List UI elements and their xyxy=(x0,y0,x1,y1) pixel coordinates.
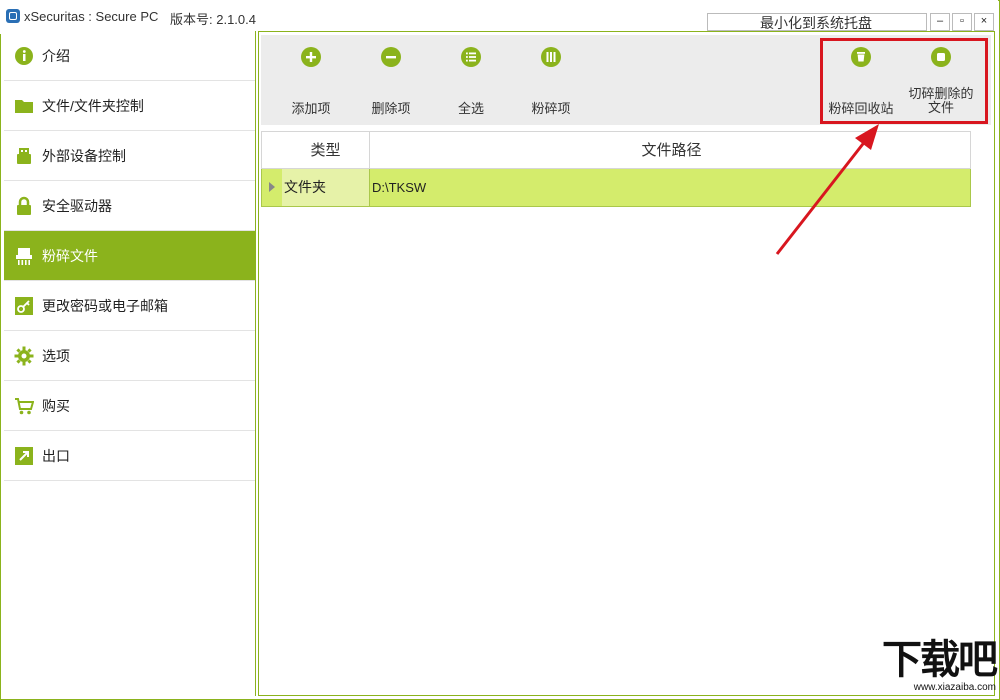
shred-deleted-files-button[interactable]: 切碎删除的 文件 xyxy=(901,35,981,125)
trash-icon xyxy=(851,47,871,67)
cell-type: 文件夹 xyxy=(282,169,369,206)
app-title: xSecuritas : Secure PC xyxy=(24,9,159,24)
info-icon xyxy=(14,46,34,66)
sidebar: 介绍 文件/文件夹控制 外部设备控制 安全驱动器 粉碎文件 更改密码或电子邮箱 xyxy=(4,31,256,696)
file-table: 类型 文件路径 文件夹 D:\TKSW xyxy=(261,131,971,207)
sidebar-item-secure-drive[interactable]: 安全驱动器 xyxy=(4,181,255,231)
list-icon xyxy=(461,47,481,67)
minus-icon xyxy=(381,47,401,67)
shred-files-panel: 添加项 删除项 全选 粉碎项 粉碎回收站 切碎删除的 文件 类型 文件路径 文件… xyxy=(258,31,995,696)
shredder-icon xyxy=(14,246,34,266)
shred-items-button[interactable]: 粉碎项 xyxy=(511,35,591,125)
toolbar: 添加项 删除项 全选 粉碎项 粉碎回收站 切碎删除的 文件 xyxy=(261,35,991,125)
exit-icon xyxy=(14,446,34,466)
lock-icon xyxy=(14,196,34,216)
close-button[interactable]: × xyxy=(974,13,994,31)
add-item-button[interactable]: 添加项 xyxy=(271,35,351,125)
delete-item-label: 删除项 xyxy=(371,101,411,116)
sidebar-item-label: 更改密码或电子邮箱 xyxy=(42,297,168,314)
shred-deleted-files-label-line2: 文件 xyxy=(927,100,954,115)
plus-icon xyxy=(301,47,321,67)
sidebar-item-exit[interactable]: 出口 xyxy=(4,431,255,481)
gear-icon xyxy=(14,346,34,366)
sidebar-item-label: 外部设备控制 xyxy=(42,147,126,164)
minimize-button[interactable]: – xyxy=(930,13,950,31)
sidebar-item-change-password-email[interactable]: 更改密码或电子邮箱 xyxy=(4,281,255,331)
shred-items-label: 粉碎项 xyxy=(531,101,571,116)
shred-recycle-bin-button[interactable]: 粉碎回收站 xyxy=(821,35,901,125)
cart-icon xyxy=(14,396,34,416)
maximize-button[interactable]: ▫ xyxy=(952,13,972,31)
sidebar-item-options[interactable]: 选项 xyxy=(4,331,255,381)
sidebar-item-label: 介绍 xyxy=(42,47,70,64)
sidebar-item-file-folder-control[interactable]: 文件/文件夹控制 xyxy=(4,81,255,131)
usb-icon xyxy=(14,146,34,166)
folder-icon xyxy=(14,96,34,116)
table-header: 类型 文件路径 xyxy=(261,131,973,170)
delete-item-button[interactable]: 删除项 xyxy=(351,35,431,125)
sidebar-item-label: 文件/文件夹控制 xyxy=(42,97,144,114)
column-header-type[interactable]: 类型 xyxy=(282,132,369,170)
sidebar-item-external-device-control[interactable]: 外部设备控制 xyxy=(4,131,255,181)
shred-deleted-files-label: 切碎删除的 文件 xyxy=(901,87,981,115)
sidebar-item-label: 选项 xyxy=(42,347,70,364)
app-version: 版本号: 2.1.0.4 xyxy=(170,12,256,27)
expand-arrow-icon[interactable] xyxy=(269,182,275,192)
sidebar-item-label: 安全驱动器 xyxy=(42,197,112,214)
key-icon xyxy=(14,296,34,316)
app-logo-icon xyxy=(6,9,20,23)
title-bar: xSecuritas : Secure PC 版本号: 2.1.0.4 最小化到… xyxy=(0,0,998,34)
column-header-path[interactable]: 文件路径 xyxy=(369,132,973,170)
add-item-label: 添加项 xyxy=(291,101,331,116)
sidebar-item-label: 粉碎文件 xyxy=(42,247,98,264)
sidebar-item-shred-files[interactable]: 粉碎文件 xyxy=(4,231,255,281)
sidebar-item-label: 购买 xyxy=(42,397,70,414)
minimize-to-tray-button[interactable]: 最小化到系统托盘 xyxy=(707,13,927,31)
stop-icon xyxy=(931,47,951,67)
shred-deleted-files-label-line1: 切碎删除的 xyxy=(908,86,974,101)
shred-recycle-bin-label: 粉碎回收站 xyxy=(828,101,894,116)
sidebar-item-purchase[interactable]: 购买 xyxy=(4,381,255,431)
cell-path: D:\TKSW xyxy=(369,169,970,206)
select-all-button[interactable]: 全选 xyxy=(431,35,511,125)
table-row[interactable]: 文件夹 D:\TKSW xyxy=(261,169,971,207)
shred-icon xyxy=(541,47,561,67)
sidebar-item-label: 出口 xyxy=(42,447,70,464)
select-all-label: 全选 xyxy=(457,101,484,116)
sidebar-item-intro[interactable]: 介绍 xyxy=(4,31,255,81)
